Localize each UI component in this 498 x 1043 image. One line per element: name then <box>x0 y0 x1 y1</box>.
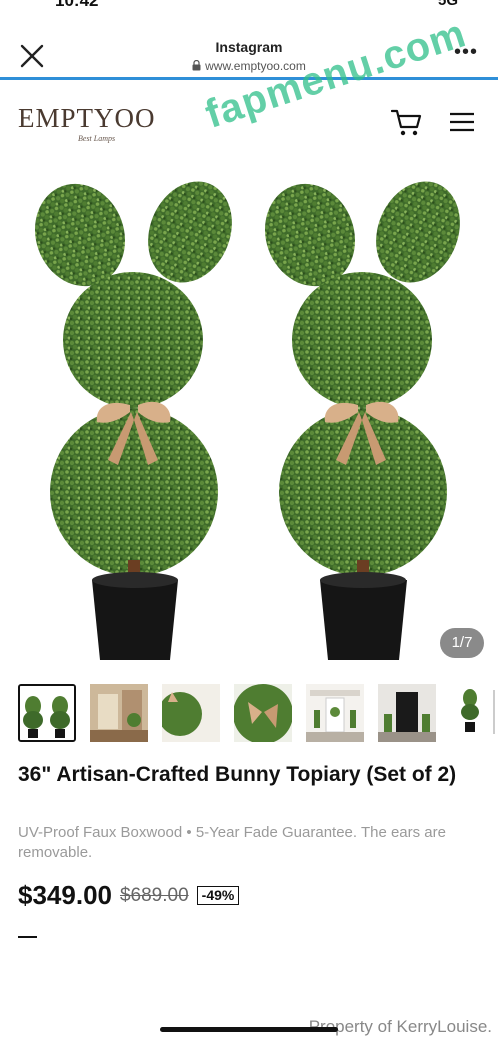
product-title: 36" Artisan-Crafted Bunny Topiary (Set o… <box>18 763 457 786</box>
logo-text: EMPTYOO <box>18 103 156 133</box>
thumbnail-7[interactable] <box>450 684 498 742</box>
thumbnail-1[interactable] <box>18 684 76 742</box>
home-indicator[interactable] <box>160 1027 338 1032</box>
left-topiary <box>34 181 232 660</box>
status-bar: 10:42 5G <box>0 0 498 12</box>
product-hero-image[interactable]: 1/7 <box>0 160 498 675</box>
current-price: $349.00 <box>18 880 112 910</box>
thumbnail-6[interactable] <box>378 684 436 742</box>
right-topiary <box>264 181 460 660</box>
hamburger-menu-icon[interactable] <box>448 110 476 134</box>
price-row: $349.00 $689.00 -49% <box>18 880 240 914</box>
topiary-illustration <box>34 181 460 660</box>
logo-tagline: Best Lamps <box>78 134 116 143</box>
lock-icon <box>192 60 201 71</box>
quantity-divider <box>18 936 37 938</box>
discount-badge: -49% <box>196 886 240 905</box>
thumbnail-3[interactable] <box>162 684 220 742</box>
image-counter: 1/7 <box>440 628 484 658</box>
thumbnail-strip <box>18 684 498 744</box>
status-signal: 5G <box>437 0 458 9</box>
thumbnail-2[interactable] <box>90 684 148 742</box>
thumbnail-5[interactable] <box>306 684 364 742</box>
product-subtitle: UV-Proof Faux Boxwood • 5-Year Fade Guar… <box>18 824 446 861</box>
thumbnail-4[interactable] <box>234 684 292 742</box>
status-time: 10:42 <box>55 0 99 10</box>
cart-icon[interactable] <box>391 108 423 138</box>
site-logo[interactable]: EMPTYOO Best Lamps <box>18 103 188 143</box>
original-price: $689.00 <box>119 884 189 906</box>
